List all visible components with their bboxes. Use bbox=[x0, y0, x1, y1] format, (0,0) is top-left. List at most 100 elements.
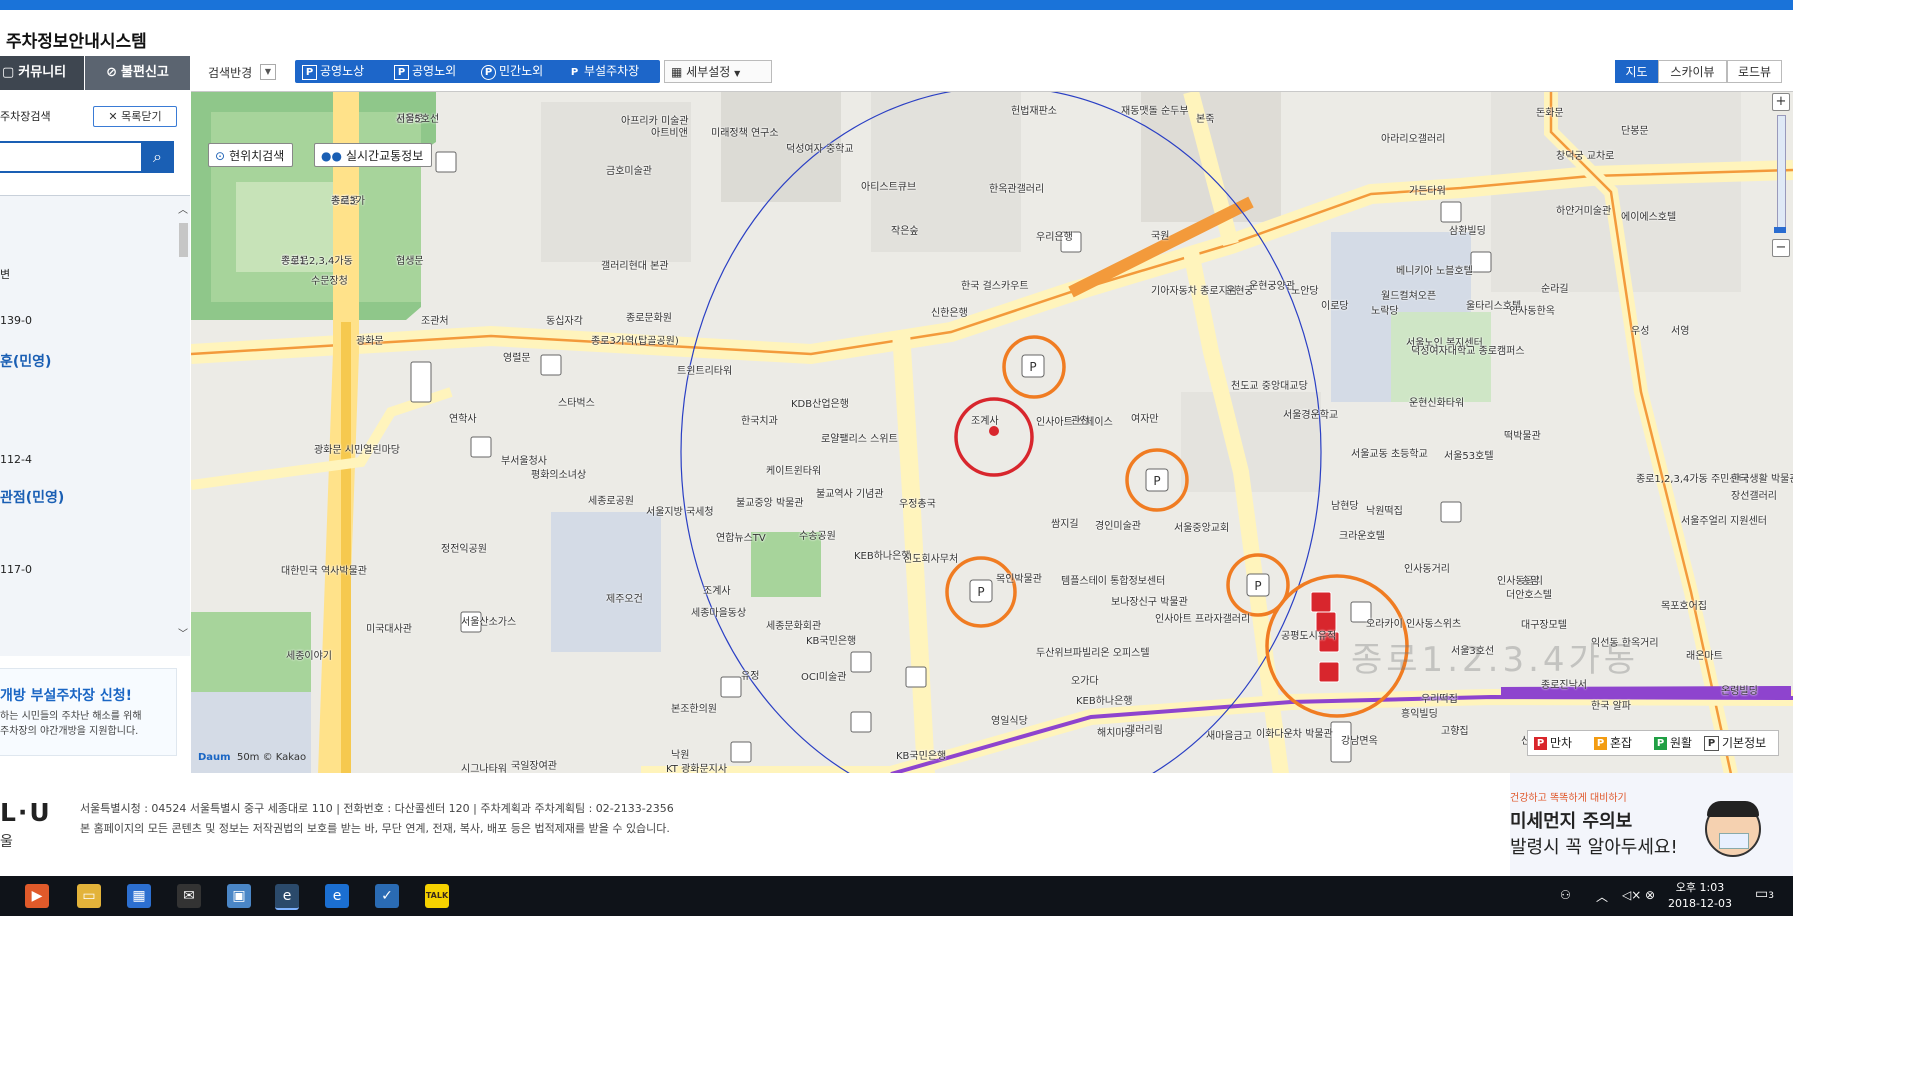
result-scrollbar[interactable]: ︿ ﹀ bbox=[177, 201, 190, 641]
network-icon[interactable]: ⊗ bbox=[1645, 888, 1655, 928]
traffic-info-button[interactable]: ●● 실시간교통정보 bbox=[314, 143, 433, 167]
close-icon: ✕ bbox=[108, 110, 118, 123]
map-label: 오라카이 인사동스위츠 bbox=[1366, 619, 1462, 630]
legend-basic: P 기본정보 bbox=[1704, 731, 1766, 755]
map-label: 한국생활 박물관 bbox=[1731, 474, 1793, 485]
map-label: 고향집 bbox=[1441, 726, 1469, 737]
map-label: 순라길 bbox=[1541, 284, 1569, 295]
search-button[interactable]: ⌕ bbox=[141, 141, 174, 173]
map-label: 갤러리현대 본관 bbox=[601, 261, 669, 272]
list-item[interactable]: 117-0 bbox=[0, 563, 32, 576]
map-label: 본죽 bbox=[1196, 114, 1215, 125]
list-item[interactable]: 139-0 bbox=[0, 314, 32, 327]
map-label: 불교역사 기념관 bbox=[816, 489, 884, 500]
map-brand: Daum bbox=[198, 752, 231, 763]
scroll-thumb[interactable] bbox=[179, 223, 188, 257]
detail-settings-button[interactable]: ▦ 세부설정 ▼ bbox=[664, 60, 772, 83]
map-label: 월드컬쳐오픈 bbox=[1381, 291, 1437, 302]
search-radius-dropdown[interactable]: ▼ bbox=[260, 64, 276, 80]
no-icon: ⊘ bbox=[106, 65, 118, 80]
view-map-tab[interactable]: 지도 bbox=[1615, 60, 1658, 83]
view-roadview-tab[interactable]: 로드뷰 bbox=[1727, 60, 1782, 83]
legend-full: P 만차 bbox=[1534, 731, 1572, 755]
promo-banner[interactable]: 개방 부설주차장 신청! 하는 시민들의 주차난 해소를 위해 주차장의 야간개방… bbox=[0, 668, 177, 756]
map-label: 아트비앤 bbox=[651, 128, 688, 139]
map-label: 종로3가 bbox=[331, 196, 365, 207]
parking-icon: P bbox=[570, 67, 579, 78]
checklist-icon[interactable]: ✓ bbox=[375, 884, 399, 908]
map-label: 떡박물관 bbox=[1504, 431, 1541, 442]
map-label: 창덕궁 교차로 bbox=[1556, 151, 1615, 162]
map-label: 오가다 bbox=[1071, 676, 1099, 687]
list-item[interactable]: 관점(민영) bbox=[0, 487, 64, 507]
map-label: 인사아트 프라자갤러리 bbox=[1155, 614, 1251, 625]
map-label: 목인박물관 bbox=[996, 574, 1042, 585]
chevron-up-icon[interactable]: ︿ bbox=[1596, 888, 1608, 928]
zoom-in-button[interactable]: + bbox=[1772, 93, 1790, 111]
map-label: 세종문화회관 bbox=[766, 621, 822, 632]
folder-icon[interactable]: ▭ bbox=[77, 884, 101, 908]
layer-private-button[interactable]: P 민간노외 bbox=[477, 60, 547, 83]
map-label: KB국민은행 bbox=[896, 751, 947, 762]
map-label: OCI미술관 bbox=[801, 672, 847, 683]
tab-community[interactable]: ▢ 커뮤니티 bbox=[0, 56, 84, 90]
tab-report[interactable]: ⊘ 불편신고 bbox=[85, 56, 190, 90]
traffic-light-icon: ●● bbox=[321, 149, 342, 163]
layer-public-street-button[interactable]: P 공영노상 bbox=[298, 60, 368, 83]
map-label: 본조한의원 bbox=[671, 704, 717, 715]
kakaotalk-icon[interactable]: TALK bbox=[425, 884, 449, 908]
map-label: 크라운호텔 bbox=[1339, 531, 1385, 542]
map-label: 국일장여관 bbox=[511, 761, 557, 772]
clock-time: 오후 1:03 bbox=[1675, 881, 1725, 894]
footer-address: 서울특별시청 : 04524 서울특별시 중구 세종대로 110 | 전화번호 … bbox=[80, 802, 674, 815]
volume-muted-icon[interactable]: ◁× bbox=[1622, 888, 1641, 928]
scroll-down-icon[interactable]: ﹀ bbox=[178, 625, 188, 640]
mail-icon[interactable]: ✉ bbox=[177, 884, 201, 908]
map-label: 기아자동차 종로지점 bbox=[1151, 286, 1237, 297]
scroll-up-icon[interactable]: ︿ bbox=[178, 201, 188, 216]
map-label: KEB하나은행 bbox=[1076, 696, 1133, 707]
map-label: 공평도시유적 bbox=[1281, 631, 1337, 642]
map-canvas[interactable]: P P P P 근정문 흥례문 용성문 협생문 수문장청 광화문 조관처 동십자… bbox=[191, 91, 1793, 774]
parking-icon: P bbox=[1534, 737, 1547, 750]
map-label: 보나장신구 박물관 bbox=[1111, 597, 1188, 608]
chevron-down-icon: ▼ bbox=[264, 67, 272, 76]
store-icon[interactable]: ▦ bbox=[127, 884, 151, 908]
view-skyview-tab[interactable]: 스카이뷰 bbox=[1658, 60, 1727, 83]
result-list: 변 139-0 훈(민영) 112-4 관점(민영) 117-0 bbox=[0, 195, 190, 656]
map-label: 조관처 bbox=[421, 316, 449, 327]
people-icon[interactable]: ⚇ bbox=[1560, 888, 1571, 928]
map-label: 서울중앙교회 bbox=[1174, 523, 1230, 534]
list-item[interactable]: 112-4 bbox=[0, 453, 32, 466]
zoom-slider[interactable] bbox=[1777, 115, 1786, 231]
zoom-slider-knob[interactable] bbox=[1774, 227, 1786, 233]
map-label: KDB산업은행 bbox=[791, 399, 849, 410]
map-label: 서울지방 국세청 bbox=[646, 507, 714, 518]
map-label: 래온마트 bbox=[1686, 651, 1723, 662]
clock[interactable]: 오후 1:03 2018-12-03 bbox=[1668, 880, 1732, 912]
promo-heading: 개방 부설주차장 신청! bbox=[0, 688, 133, 704]
map-label: 종로1,2,3,4가동 bbox=[281, 256, 353, 267]
map-label: 목포호어집 bbox=[1661, 601, 1707, 612]
layer-attached-button[interactable]: P 부설주차장 bbox=[564, 60, 643, 83]
map-label: 종로3가역(탑골공원) bbox=[591, 336, 679, 347]
layer-public-offstreet-button[interactable]: P 공영노외 bbox=[390, 60, 460, 83]
zoom-out-button[interactable]: − bbox=[1772, 239, 1790, 257]
edge-icon[interactable]: e bbox=[325, 884, 349, 908]
promo-desc: 하는 시민들의 주차난 해소를 위해 주차장의 야간개방을 지원합니다. bbox=[0, 711, 142, 737]
close-list-button[interactable]: ✕ 목록닫기 bbox=[93, 106, 177, 127]
map-label: 세종마을동상 bbox=[691, 608, 747, 619]
map-label: 더안호스텔 bbox=[1506, 590, 1552, 601]
ie-icon[interactable]: e bbox=[275, 884, 299, 910]
map-label: 낙원떡집 bbox=[1366, 506, 1403, 517]
map-scale: Daum 50m © Kakao bbox=[198, 752, 307, 763]
fine-dust-banner[interactable]: 건강하고 똑똑하게 대비하기 미세먼지 주의보 발령시 꼭 알아두세요! bbox=[1510, 773, 1793, 876]
photo-icon[interactable]: ▣ bbox=[227, 884, 251, 908]
list-item[interactable]: 변 bbox=[0, 266, 10, 282]
list-item[interactable]: 훈(민영) bbox=[0, 351, 51, 371]
media-icon[interactable]: ▶ bbox=[25, 884, 49, 908]
notification-icon[interactable]: ▭3 bbox=[1755, 886, 1774, 926]
map-label: 여자만 bbox=[1131, 414, 1159, 425]
footer: L·U 울 서울특별시청 : 04524 서울특별시 중구 세종대로 110 |… bbox=[0, 773, 1793, 876]
current-location-button[interactable]: ⊙ 현위치검색 bbox=[208, 143, 294, 167]
